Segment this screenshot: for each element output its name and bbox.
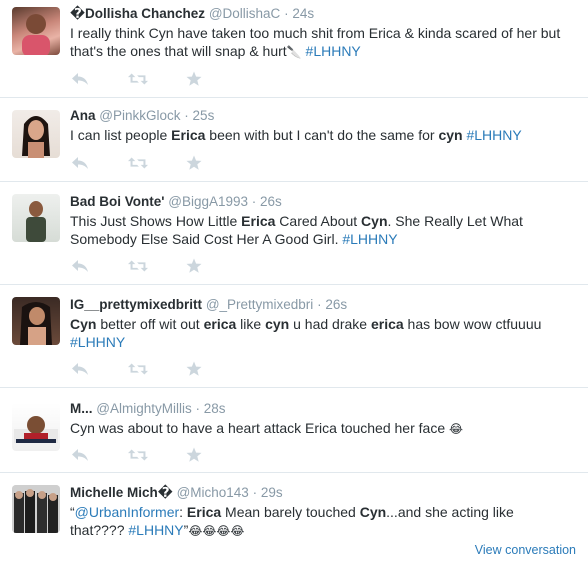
timestamp[interactable]: 26s bbox=[325, 297, 347, 312]
timestamp[interactable]: 28s bbox=[204, 401, 226, 416]
hashtag-link[interactable]: #LHHNY bbox=[466, 127, 521, 143]
tweet[interactable]: Michelle Mich� @Micho143 · 29s “@UrbanIn… bbox=[0, 473, 588, 577]
keyword-highlight: Cyn bbox=[361, 213, 388, 229]
retweet-icon[interactable] bbox=[128, 446, 148, 464]
tweet-text-segment: Cyn was about to have a heart attack Eri… bbox=[70, 420, 449, 436]
keyword-highlight: erica bbox=[370, 316, 404, 332]
star-icon[interactable] bbox=[184, 360, 204, 378]
tweet[interactable]: �Dollisha Chanchez @DollishaC · 24s I re… bbox=[0, 0, 588, 98]
keyword-highlight: Erica bbox=[186, 504, 222, 520]
keyword-highlight: erica bbox=[203, 316, 237, 332]
avatar[interactable] bbox=[12, 7, 60, 55]
tweet-text-segment: I can list people bbox=[70, 127, 172, 143]
keyword-highlight: cyn bbox=[438, 127, 463, 143]
mention-link[interactable]: @UrbanInformer bbox=[75, 504, 179, 520]
timestamp[interactable]: 25s bbox=[193, 108, 215, 123]
emoji: 🔪 bbox=[286, 45, 302, 59]
tweet-text: I can list people Erica been with but I … bbox=[70, 126, 580, 144]
keyword-highlight: Cyn bbox=[70, 316, 97, 332]
emoji: 😂 bbox=[449, 422, 464, 436]
reply-icon[interactable] bbox=[70, 70, 90, 88]
tweet-text-segment: : bbox=[179, 504, 187, 520]
retweet-icon[interactable] bbox=[128, 257, 148, 275]
star-icon[interactable] bbox=[184, 257, 204, 275]
retweet-icon[interactable] bbox=[128, 154, 148, 172]
timestamp[interactable]: 24s bbox=[292, 6, 314, 21]
fullname[interactable]: IG__prettymixedbritt bbox=[70, 297, 202, 312]
tweet-text-segment: better off wit out bbox=[96, 316, 204, 332]
reply-icon[interactable] bbox=[70, 154, 90, 172]
reply-icon[interactable] bbox=[70, 360, 90, 378]
retweet-icon[interactable] bbox=[128, 360, 148, 378]
timestamp[interactable]: 29s bbox=[261, 485, 283, 500]
hashtag-link[interactable]: #LHHNY bbox=[306, 43, 361, 59]
separator: · bbox=[251, 194, 257, 209]
retweet-icon[interactable] bbox=[128, 70, 148, 88]
username[interactable]: @PinkkGlock bbox=[99, 108, 180, 123]
username[interactable]: @BiggA1993 bbox=[168, 194, 248, 209]
reply-icon[interactable] bbox=[70, 446, 90, 464]
separator: · bbox=[252, 485, 258, 500]
hashtag-link[interactable]: #LHHNY bbox=[342, 231, 397, 247]
hashtag-link[interactable]: #LHHNY bbox=[70, 334, 125, 350]
tweet-header: IG__prettymixedbritt @_Prettymixedbri · … bbox=[70, 296, 580, 314]
keyword-highlight: cyn bbox=[265, 316, 290, 332]
fullname[interactable]: �Dollisha Chanchez bbox=[70, 6, 205, 21]
reply-icon[interactable] bbox=[70, 257, 90, 275]
fullname[interactable]: M... bbox=[70, 401, 93, 416]
tweet-text: This Just Shows How Little Erica Cared A… bbox=[70, 212, 580, 248]
fullname[interactable]: Ana bbox=[70, 108, 96, 123]
avatar[interactable] bbox=[12, 297, 60, 345]
separator: · bbox=[195, 401, 201, 416]
hashtag-link[interactable]: #LHHNY bbox=[128, 522, 183, 538]
username[interactable]: @_Prettymixedbri bbox=[206, 297, 314, 312]
tweet[interactable]: IG__prettymixedbritt @_Prettymixedbri · … bbox=[0, 285, 588, 388]
avatar[interactable] bbox=[12, 485, 60, 533]
avatar[interactable] bbox=[12, 403, 60, 451]
timestamp[interactable]: 26s bbox=[260, 194, 282, 209]
tweet[interactable]: M... @AlmightyMillis · 28s Cyn was about… bbox=[0, 388, 588, 473]
avatar[interactable] bbox=[12, 194, 60, 242]
separator: · bbox=[184, 108, 189, 123]
tweet-text: Cyn better off wit out erica like cyn u … bbox=[70, 315, 580, 351]
tweet-text-segment: has bow wow ctfuuuu bbox=[403, 316, 542, 332]
username[interactable]: @AlmightyMillis bbox=[96, 401, 191, 416]
star-icon[interactable] bbox=[184, 154, 204, 172]
tweet-timeline: �Dollisha Chanchez @DollishaC · 24s I re… bbox=[0, 0, 588, 577]
username[interactable]: @DollishaC bbox=[209, 6, 280, 21]
tweet-text-segment: like bbox=[236, 316, 266, 332]
tweet-text: I really think Cyn have taken too much s… bbox=[70, 24, 580, 61]
tweet-header: Ana @PinkkGlock · 25s bbox=[70, 107, 580, 125]
username[interactable]: @Micho143 bbox=[177, 485, 249, 500]
avatar[interactable] bbox=[12, 110, 60, 158]
tweet-text-segment: Cared About bbox=[275, 213, 362, 229]
keyword-highlight: Cyn bbox=[359, 504, 387, 520]
tweet-text-segment: been with but I can't do the same for bbox=[205, 127, 439, 143]
tweet-header: M... @AlmightyMillis · 28s bbox=[70, 400, 580, 418]
star-icon[interactable] bbox=[184, 446, 204, 464]
tweet-header: Bad Boi Vonte' @BiggA1993 · 26s bbox=[70, 193, 580, 211]
separator: · bbox=[284, 6, 289, 21]
tweet-text: “@UrbanInformer: Erica Mean barely touch… bbox=[70, 503, 580, 540]
tweet-text: Cyn was about to have a heart attack Eri… bbox=[70, 419, 580, 438]
tweet-text-segment: u had drake bbox=[289, 316, 371, 332]
emoji: 😂😂😂😂 bbox=[188, 524, 245, 538]
tweet-text-segment: Mean barely touched bbox=[221, 504, 360, 520]
fullname[interactable]: Bad Boi Vonte' bbox=[70, 194, 164, 209]
tweet-header: �Dollisha Chanchez @DollishaC · 24s bbox=[70, 5, 580, 23]
tweet-text-segment: This Just Shows How Little bbox=[70, 213, 242, 229]
fullname[interactable]: Michelle Mich� bbox=[70, 485, 173, 500]
separator: · bbox=[317, 297, 322, 312]
keyword-highlight: Erica bbox=[241, 213, 276, 229]
keyword-highlight: Erica bbox=[171, 127, 206, 143]
tweet-header: Michelle Mich� @Micho143 · 29s bbox=[70, 484, 580, 502]
tweet[interactable]: Bad Boi Vonte' @BiggA1993 · 26s This Jus… bbox=[0, 182, 588, 285]
star-icon[interactable] bbox=[184, 70, 204, 88]
tweet[interactable]: Ana @PinkkGlock · 25s I can list people … bbox=[0, 98, 588, 182]
view-conversation-link[interactable]: View conversation bbox=[475, 543, 576, 557]
